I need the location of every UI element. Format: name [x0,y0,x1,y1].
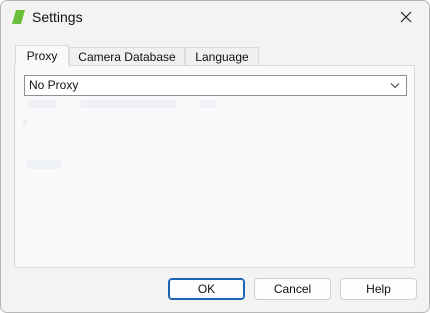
settings-dialog: Settings Proxy Camera Database Language … [0,0,430,313]
window-title: Settings [32,9,83,25]
chevron-down-icon [390,83,400,89]
tab-camera-database[interactable]: Camera Database [69,47,185,66]
disabled-field-placeholder [23,120,27,126]
help-button[interactable]: Help [340,278,417,300]
tab-proxy[interactable]: Proxy [15,45,69,66]
proxy-mode-select[interactable]: No Proxy [24,75,407,96]
tab-language-label: Language [195,50,249,64]
disabled-field-placeholder [201,100,215,108]
close-button[interactable] [383,1,429,33]
disabled-field-placeholder [27,160,61,169]
ok-button-label: OK [197,282,216,296]
cancel-button-label: Cancel [273,282,312,296]
tab-camera-database-label: Camera Database [78,50,176,64]
tab-language[interactable]: Language [185,47,259,66]
disabled-field-placeholder [27,100,57,108]
close-icon [400,11,412,23]
help-button-label: Help [366,282,391,296]
disabled-field-placeholder [81,100,177,108]
app-icon [12,10,25,24]
title-bar[interactable]: Settings [1,1,429,35]
proxy-tab-panel: No Proxy [14,65,415,268]
proxy-mode-value: No Proxy [29,78,79,92]
tab-proxy-label: Proxy [26,49,58,63]
cancel-button[interactable]: Cancel [254,278,331,300]
ok-button[interactable]: OK [168,278,245,300]
